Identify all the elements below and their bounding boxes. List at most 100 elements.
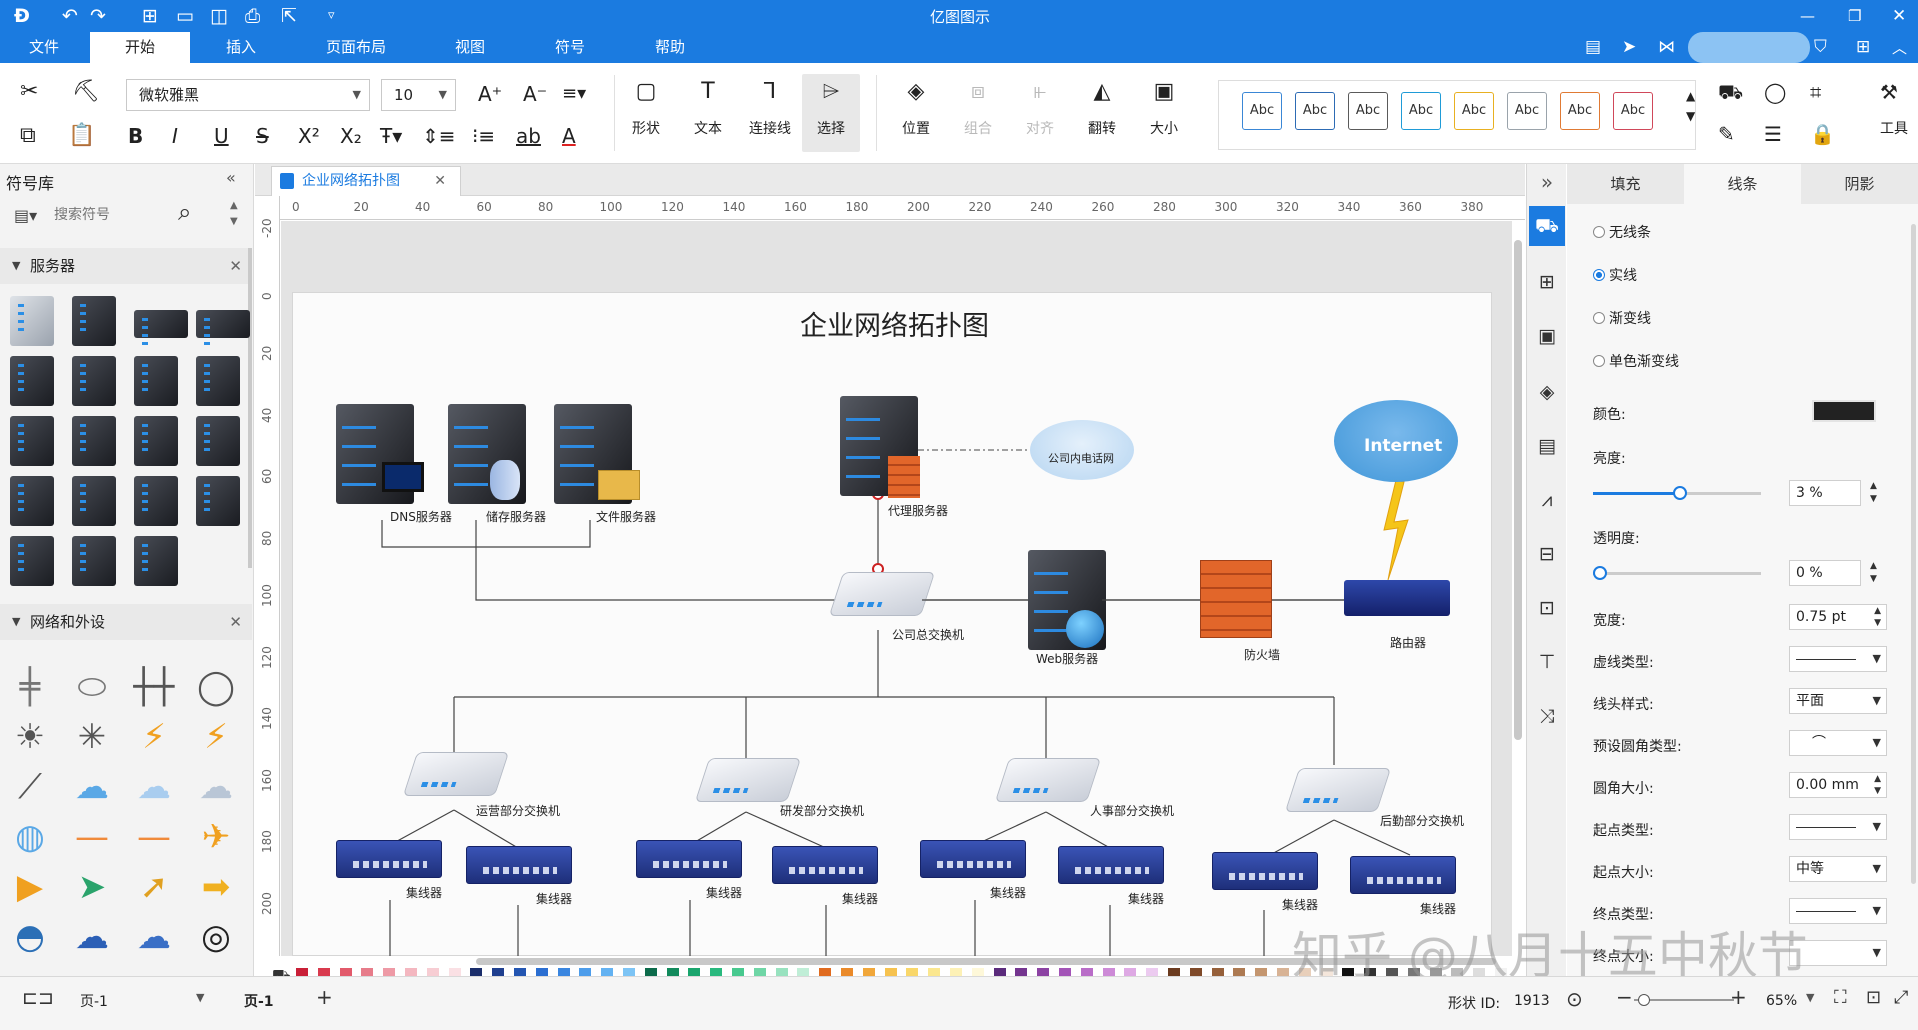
core-switch-shape[interactable]: [828, 572, 936, 616]
dash-type-label: 虚线类型:: [1593, 655, 1654, 671]
transparency-stepper[interactable]: ▲ ▼: [1870, 560, 1877, 586]
document-icon[interactable]: ▤: [1535, 434, 1559, 458]
firewall-shape[interactable]: [1200, 560, 1272, 638]
ops-switch-shape[interactable]: [402, 752, 510, 796]
hub-label[interactable]: 集线器: [1420, 900, 1456, 917]
hub-shape[interactable]: [1212, 852, 1318, 890]
rd-switch-shape[interactable]: [694, 758, 802, 802]
option-no-line[interactable]: 无线条: [1593, 222, 1651, 242]
option-gradient-line[interactable]: 渐变线: [1593, 308, 1651, 328]
start-size-select[interactable]: 中等 ▼: [1789, 856, 1887, 882]
dns-server-label[interactable]: DNS服务器: [390, 508, 452, 525]
shape-id-label: 形状 ID:: [1448, 996, 1501, 1012]
vertical-scrollbar[interactable]: [1514, 240, 1522, 740]
start-type-select[interactable]: ▼: [1789, 814, 1887, 840]
shape-id-value: 1913: [1514, 993, 1550, 1009]
hub-shape[interactable]: [636, 840, 742, 878]
expand-panel-icon[interactable]: »: [1535, 170, 1559, 194]
proxy-server-label[interactable]: 代理服务器: [888, 502, 948, 519]
hub-label[interactable]: 集线器: [990, 884, 1026, 901]
diagram-title[interactable]: 企业网络拓扑图: [800, 304, 989, 343]
corner-size-input[interactable]: 0.00 mm ▲ ▼: [1789, 772, 1887, 798]
width-input[interactable]: 0.75 pt ▲ ▼: [1789, 604, 1887, 630]
core-switch-label[interactable]: 公司总交换机: [892, 626, 964, 643]
hub-shape[interactable]: [1350, 856, 1456, 894]
table-icon[interactable]: ⊟: [1535, 542, 1559, 566]
hub-label[interactable]: 集线器: [1128, 890, 1164, 907]
hub-label[interactable]: 集线器: [706, 884, 742, 901]
layers-icon[interactable]: ◈: [1535, 380, 1559, 404]
hub-shape[interactable]: [466, 846, 572, 884]
page-dropdown-icon[interactable]: ▼: [196, 991, 204, 1004]
brightness-slider[interactable]: [1593, 486, 1761, 500]
internet-label[interactable]: Internet: [1364, 436, 1442, 456]
folder-icon: [598, 470, 640, 500]
web-server-label[interactable]: Web服务器: [1036, 650, 1098, 667]
zoom-in-icon[interactable]: +: [1730, 985, 1747, 1009]
cap-style-select[interactable]: 平面 ▼: [1789, 688, 1887, 714]
property-panel: 填充 线条 阴影 无线条 实线 渐变线 单色渐变线 颜色: 亮度: 3 % ▲ ▼…: [1567, 164, 1918, 976]
cap-style-label: 线头样式:: [1593, 697, 1654, 713]
zoom-out-icon[interactable]: −: [1616, 985, 1633, 1009]
hub-shape[interactable]: [920, 840, 1026, 878]
hr-switch-shape[interactable]: [994, 758, 1102, 802]
fit-page-icon[interactable]: ⛶: [1834, 987, 1847, 1008]
fullscreen-icon[interactable]: ⤢: [1894, 987, 1908, 1008]
option-mono-gradient-line[interactable]: 单色渐变线: [1593, 351, 1679, 371]
zoom-slider[interactable]: [1634, 994, 1734, 1006]
logistics-switch-shape[interactable]: [1284, 768, 1392, 812]
corner-type-select[interactable]: ⌒ ▼: [1789, 730, 1887, 756]
hierarchy-icon[interactable]: ⊡: [1535, 596, 1559, 620]
hub-label[interactable]: 集线器: [842, 890, 878, 907]
brightness-label: 亮度:: [1593, 451, 1626, 467]
transparency-input[interactable]: 0 %: [1789, 560, 1861, 586]
page-panel-icon[interactable]: ⊏⊐: [22, 987, 54, 1009]
hub-shape[interactable]: [1058, 846, 1164, 884]
option-solid-line[interactable]: 实线: [1593, 265, 1637, 285]
corner-size-label: 圆角大小:: [1593, 781, 1654, 797]
brightness-input[interactable]: 3 %: [1789, 480, 1861, 506]
chart-icon[interactable]: ⩘: [1535, 488, 1559, 512]
tab-line[interactable]: 线条: [1684, 164, 1801, 204]
start-size-label: 起点大小:: [1593, 865, 1654, 881]
zoom-dropdown-icon[interactable]: ▼: [1806, 991, 1814, 1004]
hub-label[interactable]: 集线器: [1282, 896, 1318, 913]
hub-shape[interactable]: [772, 846, 878, 884]
ops-switch-label[interactable]: 运营部分交换机: [476, 802, 560, 819]
zoom-level[interactable]: 65%: [1766, 993, 1797, 1009]
panel-scrollbar[interactable]: [1911, 224, 1916, 884]
brightness-stepper[interactable]: ▲ ▼: [1870, 480, 1877, 506]
firewall-label[interactable]: 防火墙: [1244, 646, 1280, 663]
presentation-icon[interactable]: ⊤: [1535, 650, 1559, 674]
transparency-slider[interactable]: [1593, 566, 1761, 580]
add-page-button[interactable]: +: [316, 985, 333, 1009]
database-icon: [490, 460, 520, 500]
logistics-switch-label[interactable]: 后勤部分交换机: [1380, 812, 1464, 829]
play-icon[interactable]: ⊙: [1566, 987, 1583, 1011]
page-select[interactable]: 页-1: [80, 991, 108, 1011]
router-label[interactable]: 路由器: [1390, 634, 1426, 651]
hub-shape[interactable]: [336, 840, 442, 878]
globe-icon: [1066, 610, 1104, 648]
tab-fill[interactable]: 填充: [1567, 164, 1684, 204]
line-color-swatch[interactable]: [1812, 400, 1876, 422]
tab-shadow[interactable]: 阴影: [1801, 164, 1918, 204]
router-shape[interactable]: [1344, 580, 1450, 616]
rd-switch-label[interactable]: 研发部分交换机: [780, 802, 864, 819]
proxy-firewall-icon: [888, 456, 920, 498]
paint-bucket-icon[interactable]: ⛟: [1535, 214, 1559, 238]
page-tab[interactable]: 页-1: [244, 991, 274, 1011]
hub-label[interactable]: 集线器: [406, 884, 442, 901]
hr-switch-label[interactable]: 人事部分交换机: [1090, 802, 1174, 819]
intranet-label[interactable]: 公司内电话网: [1048, 450, 1114, 466]
fit-width-icon[interactable]: ⊡: [1866, 987, 1881, 1008]
color-label: 颜色:: [1593, 407, 1626, 423]
start-type-label: 起点类型:: [1593, 823, 1654, 839]
hub-label[interactable]: 集线器: [536, 890, 572, 907]
symbol-grid-icon[interactable]: ⊞: [1535, 270, 1559, 294]
storage-server-label[interactable]: 储存服务器: [486, 508, 546, 525]
shuffle-icon[interactable]: ⤨: [1535, 704, 1559, 728]
image-icon[interactable]: ▣: [1535, 324, 1559, 348]
file-server-label[interactable]: 文件服务器: [596, 508, 656, 525]
dash-type-select[interactable]: ▼: [1789, 646, 1887, 672]
